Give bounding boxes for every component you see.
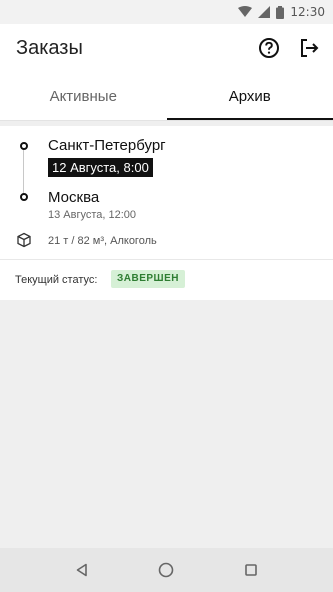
origin-city: Санкт-Петербург — [48, 137, 166, 154]
battery-icon — [276, 5, 285, 19]
status-label: Текущий статус: — [15, 274, 98, 286]
system-nav-bar — [0, 548, 333, 592]
page-title: Заказы — [16, 36, 83, 59]
destination-dot-icon — [20, 193, 28, 201]
back-icon — [76, 563, 87, 577]
recents-icon — [245, 564, 257, 576]
home-icon — [159, 562, 174, 578]
route-line — [23, 149, 24, 197]
back-button[interactable] — [62, 550, 102, 590]
logout-icon — [301, 39, 319, 57]
help-button[interactable] — [249, 28, 289, 68]
app-bar: Заказы — [0, 24, 333, 72]
divider — [0, 120, 333, 121]
recents-button[interactable] — [231, 550, 271, 590]
cargo-details: 21 т / 82 м³, Алкоголь — [48, 235, 157, 247]
wifi-icon — [238, 6, 253, 17]
logout-button[interactable] — [289, 28, 329, 68]
origin-date: 12 Августа, 8:00 — [48, 158, 153, 177]
order-card[interactable]: Санкт-Петербург 12 Августа, 8:00 Москва … — [0, 126, 333, 300]
divider — [0, 259, 333, 260]
signal-icon — [258, 6, 271, 18]
status-bar: 12:30 — [0, 0, 333, 24]
status-time: 12:30 — [290, 5, 325, 19]
help-icon — [259, 38, 279, 58]
tab-active-orders[interactable]: Активные — [0, 72, 167, 120]
tab-bar: Активные Архив — [0, 72, 333, 120]
destination-city: Москва — [48, 189, 100, 206]
tab-archive[interactable]: Архив — [166, 72, 333, 120]
home-button[interactable] — [146, 550, 186, 590]
destination-date: 13 Августа, 12:00 — [48, 209, 137, 221]
status-badge: ЗАВЕРШЕН — [111, 270, 185, 288]
origin-dot-icon — [20, 142, 28, 150]
package-icon — [17, 232, 31, 248]
